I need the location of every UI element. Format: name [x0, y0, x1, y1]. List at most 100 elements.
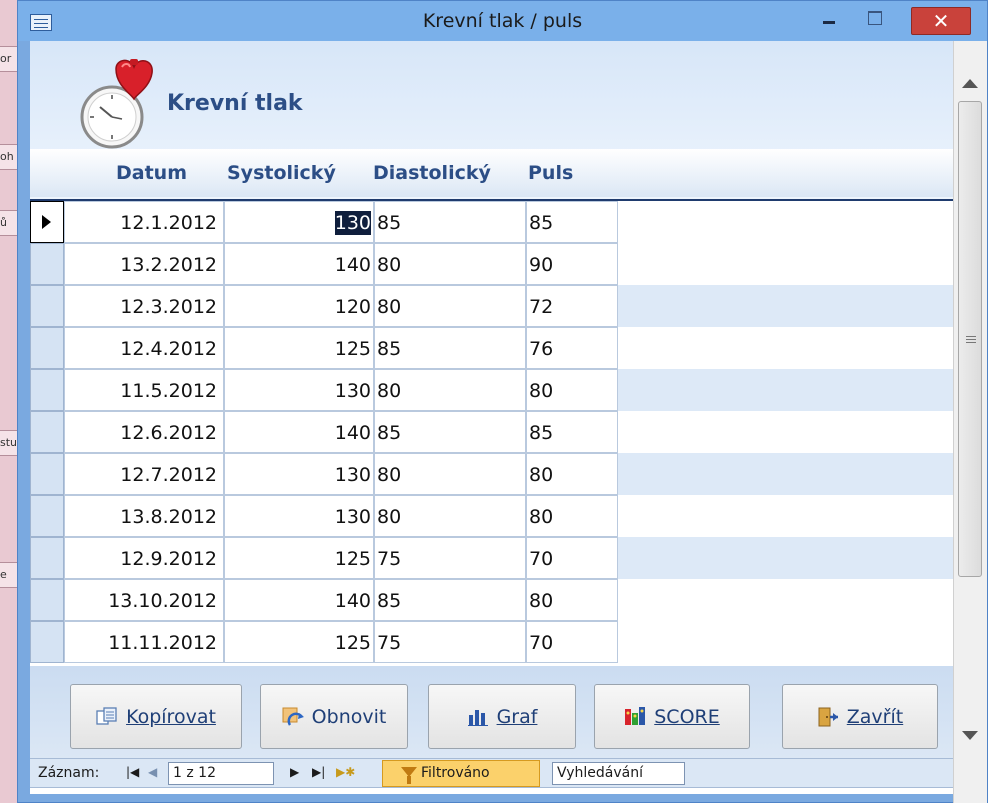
datum-field[interactable]: 12.6.2012 [64, 411, 224, 453]
systolicky-field[interactable]: 140 [224, 411, 374, 453]
diastolicky-field[interactable]: 80 [374, 453, 526, 495]
datum-field[interactable]: 13.8.2012 [64, 495, 224, 537]
record-row[interactable]: 12.1.2012 130 85 85 [30, 201, 953, 243]
record-row[interactable]: 12.6.2012 140 85 85 [30, 411, 953, 453]
first-record-icon[interactable]: |◀ [126, 765, 139, 779]
record-row[interactable]: 12.9.2012 125 75 70 [30, 537, 953, 579]
datum-field[interactable]: 12.9.2012 [64, 537, 224, 579]
row-filler [618, 327, 953, 369]
score-button[interactable]: SCORE [594, 684, 750, 749]
search-field[interactable]: Vyhledávání [552, 762, 685, 785]
record-selector[interactable] [30, 537, 64, 579]
puls-field[interactable]: 76 [526, 327, 618, 369]
record-row[interactable]: 13.10.2012 140 85 80 [30, 579, 953, 621]
systolicky-field[interactable]: 125 [224, 621, 374, 663]
record-selector[interactable] [30, 453, 64, 495]
datum-field[interactable]: 13.10.2012 [64, 579, 224, 621]
datum-field[interactable]: 12.7.2012 [64, 453, 224, 495]
maximize-button[interactable] [860, 7, 888, 31]
puls-field[interactable]: 70 [526, 537, 618, 579]
bar-chart-icon [467, 707, 489, 727]
chart-button-label: Graf [496, 705, 538, 728]
diastolicky-field[interactable]: 85 [374, 327, 526, 369]
systolicky-field[interactable]: 125 [224, 537, 374, 579]
datum-field[interactable]: 12.1.2012 [64, 201, 224, 243]
systolicky-field[interactable]: 130 [224, 369, 374, 411]
diastolicky-field[interactable]: 80 [374, 369, 526, 411]
diastolicky-field[interactable]: 75 [374, 621, 526, 663]
vertical-scrollbar[interactable] [953, 41, 987, 803]
record-selector[interactable] [30, 369, 64, 411]
diastolicky-field[interactable]: 85 [374, 201, 526, 243]
puls-field[interactable]: 80 [526, 369, 618, 411]
record-selector[interactable] [30, 579, 64, 621]
puls-field[interactable]: 70 [526, 621, 618, 663]
record-selector-current[interactable] [30, 201, 64, 243]
record-selector[interactable] [30, 621, 64, 663]
record-row[interactable]: 13.8.2012 130 80 80 [30, 495, 953, 537]
systolicky-field[interactable]: 140 [224, 579, 374, 621]
refresh-button[interactable]: Obnovit [260, 684, 408, 749]
record-selector[interactable] [30, 285, 64, 327]
record-row[interactable]: 11.5.2012 130 80 80 [30, 369, 953, 411]
record-row[interactable]: 12.4.2012 125 85 76 [30, 327, 953, 369]
scroll-up-icon[interactable] [962, 79, 978, 88]
new-record-icon[interactable]: ▶✱ [336, 765, 355, 779]
puls-field[interactable]: 90 [526, 243, 618, 285]
scroll-down-icon[interactable] [962, 731, 978, 740]
diastolicky-field[interactable]: 85 [374, 579, 526, 621]
title-bar[interactable]: Krevní tlak / puls ✕ [18, 1, 987, 41]
puls-field[interactable]: 85 [526, 201, 618, 243]
row-filler [618, 495, 953, 537]
puls-field[interactable]: 85 [526, 411, 618, 453]
diastolicky-field[interactable]: 80 [374, 243, 526, 285]
last-record-icon[interactable]: ▶| [312, 765, 325, 779]
diastolicky-field[interactable]: 80 [374, 285, 526, 327]
row-filler [618, 369, 953, 411]
diastolicky-field[interactable]: 80 [374, 495, 526, 537]
record-position-field[interactable]: 1 z 12 [168, 762, 274, 785]
systolicky-field[interactable]: 130 [224, 201, 374, 243]
record-navigation-bar: Záznam: |◀ ◀ 1 z 12 ▶ ▶| ▶✱ Filtrováno V… [30, 758, 953, 788]
diastolicky-field[interactable]: 75 [374, 537, 526, 579]
scroll-thumb[interactable] [958, 101, 982, 577]
datum-field[interactable]: 12.4.2012 [64, 327, 224, 369]
systolicky-field[interactable]: 140 [224, 243, 374, 285]
previous-record-icon[interactable]: ◀ [148, 765, 157, 779]
row-filler [618, 285, 953, 327]
datum-field[interactable]: 12.3.2012 [64, 285, 224, 327]
puls-field[interactable]: 80 [526, 453, 618, 495]
systolicky-field[interactable]: 120 [224, 285, 374, 327]
datum-field[interactable]: 11.5.2012 [64, 369, 224, 411]
puls-field[interactable]: 80 [526, 579, 618, 621]
systolicky-field[interactable]: 130 [224, 453, 374, 495]
record-selector[interactable] [30, 327, 64, 369]
datum-field[interactable]: 13.2.2012 [64, 243, 224, 285]
copy-button-label: Kopírovat [126, 705, 216, 728]
minimize-button[interactable] [814, 7, 842, 31]
datum-field[interactable]: 11.11.2012 [64, 621, 224, 663]
record-selector[interactable] [30, 495, 64, 537]
filter-icon [401, 767, 417, 784]
systolicky-field[interactable]: 125 [224, 327, 374, 369]
form-window: Krevní tlak / puls ✕ Krevní tlak Datum S… [17, 0, 988, 803]
record-selector[interactable] [30, 411, 64, 453]
filter-toggle[interactable]: Filtrováno [382, 760, 540, 787]
chart-button[interactable]: Graf [428, 684, 576, 749]
column-header-puls: Puls [528, 162, 574, 184]
close-form-button[interactable]: Zavřít [782, 684, 938, 749]
next-record-icon[interactable]: ▶ [290, 765, 299, 779]
puls-field[interactable]: 80 [526, 495, 618, 537]
systolicky-field[interactable]: 130 [224, 495, 374, 537]
puls-field[interactable]: 72 [526, 285, 618, 327]
close-button[interactable]: ✕ [911, 7, 971, 35]
record-row[interactable]: 12.3.2012 120 80 72 [30, 285, 953, 327]
record-selector[interactable] [30, 243, 64, 285]
record-row[interactable]: 13.2.2012 140 80 90 [30, 243, 953, 285]
record-row[interactable]: 11.11.2012 125 75 70 [30, 621, 953, 663]
record-row[interactable]: 12.7.2012 130 80 80 [30, 453, 953, 495]
row-filler [618, 621, 953, 663]
diastolicky-field[interactable]: 85 [374, 411, 526, 453]
copy-button[interactable]: Kopírovat [70, 684, 242, 749]
column-header-diastolicky: Diastolický [373, 162, 491, 184]
